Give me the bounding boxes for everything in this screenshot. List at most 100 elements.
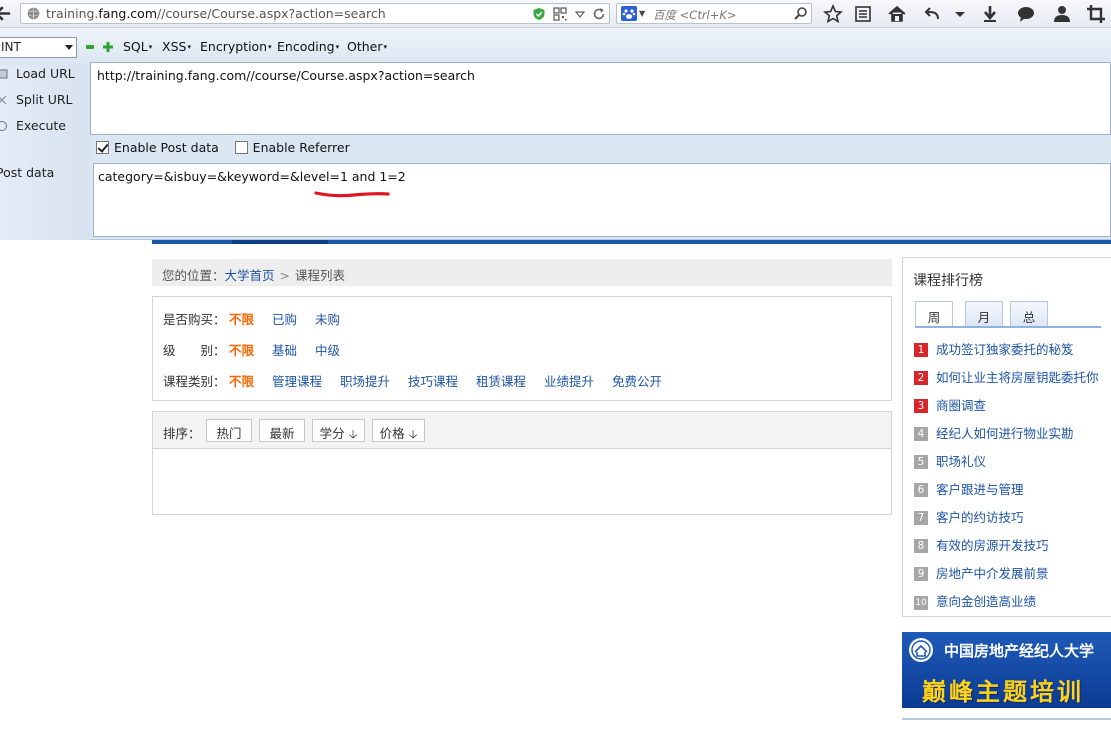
encoding-select[interactable]: INT — [0, 37, 77, 58]
promo-banner[interactable]: 中国房地产经纪人大学 巅峰主题培训 — [902, 632, 1111, 708]
back-arrow-icon[interactable] — [0, 0, 18, 27]
rank-number-badge: 3 — [914, 399, 928, 413]
load-url-button[interactable]: Load URL — [0, 66, 75, 88]
post-data-textarea[interactable]: category=&isbuy=&keyword=&level=1 and 1=… — [93, 163, 1111, 237]
filter-option[interactable]: 已购 — [272, 309, 297, 328]
menu-encryption[interactable]: Encryption▾ — [200, 39, 272, 54]
chat-icon[interactable] — [1016, 4, 1036, 24]
ranking-item-title: 经纪人如何进行物业实勘 — [936, 426, 1074, 441]
ranking-item[interactable]: 7 客户的约访技巧 — [914, 507, 1024, 526]
ranking-item[interactable]: 4 经纪人如何进行物业实勘 — [914, 423, 1074, 442]
ranking-item[interactable]: 5 职场礼仪 — [914, 451, 986, 470]
filter-option[interactable]: 未购 — [315, 309, 340, 328]
dropdown-arrow-icon[interactable] — [573, 7, 587, 21]
ranking-item[interactable]: 2 如何让业主将房屋钥匙委托你 — [914, 367, 1099, 386]
enable-post-checkbox[interactable]: Enable Post data — [96, 140, 219, 155]
sort-newest-button[interactable]: 最新 — [259, 419, 305, 442]
breadcrumb-prefix: 您的位置： — [162, 268, 225, 283]
increase-icon[interactable] — [103, 42, 113, 52]
url-textarea[interactable]: http://training.fang.com//course/Course.… — [90, 62, 1111, 135]
search-bar[interactable]: ▼ 百度 <Ctrl+K> — [616, 3, 812, 24]
filter-option[interactable]: 不限 — [229, 309, 254, 328]
reload-icon[interactable] — [592, 7, 606, 21]
ranking-item-title: 有效的房源开发技巧 — [936, 538, 1049, 553]
filter-option[interactable]: 免费公开 — [612, 371, 662, 390]
user-icon[interactable] — [1052, 4, 1072, 24]
crop-icon[interactable] — [1086, 4, 1106, 24]
filter-option[interactable]: 管理课程 — [272, 371, 322, 390]
rank-number-badge: 10 — [914, 596, 928, 610]
address-bar[interactable]: training.fang.com//course/Course.aspx?ac… — [20, 3, 610, 24]
rank-number-badge: 9 — [914, 567, 928, 581]
filter-option[interactable]: 中级 — [315, 340, 340, 359]
sort-bar: 排序： 热门 最新 学分 🡣 价格 🡣 — [153, 412, 891, 449]
filter-option[interactable]: 职场提升 — [340, 371, 390, 390]
filter-option[interactable]: 基础 — [272, 340, 297, 359]
sort-price-button[interactable]: 价格 🡣 — [372, 419, 425, 442]
tab-total[interactable]: 总 — [1010, 301, 1048, 326]
post-data-value: category=&isbuy=&keyword=&level=1 and 1=… — [98, 169, 406, 184]
course-ranking-panel: 课程排行榜 周 月 总 1 成功签订独家委托的秘笈 2 如何让业主将房屋钥匙委托你 … — [902, 257, 1111, 617]
menu-other[interactable]: Other▾ — [347, 39, 387, 54]
menu-xss[interactable]: XSS▾ — [162, 39, 191, 54]
filter-option[interactable]: 租赁课程 — [476, 371, 526, 390]
bookmarks-list-icon[interactable] — [853, 4, 873, 24]
breadcrumb-home-link[interactable]: 大学首页 — [225, 268, 275, 283]
ranking-item[interactable]: 3 商圈调查 — [914, 395, 986, 414]
ranking-item-title: 如何让业主将房屋钥匙委托你 — [936, 370, 1099, 385]
rank-number-badge: 6 — [914, 483, 928, 497]
ranking-item[interactable]: 9 房地产中介发展前景 — [914, 563, 1049, 582]
url-text: training.fang.com//course/Course.aspx?ac… — [46, 6, 386, 21]
menu-sql-label: SQL — [123, 39, 148, 54]
engine-dropdown-icon[interactable]: ▼ — [639, 9, 645, 18]
sort-hot-button[interactable]: 热门 — [206, 419, 252, 442]
sort-credit-button[interactable]: 学分 🡣 — [312, 419, 365, 442]
tab-week[interactable]: 周 — [915, 301, 953, 326]
banner-subtitle: 巅峰主题培训 — [922, 678, 1084, 706]
qrcode-icon[interactable] — [553, 7, 567, 21]
filter-label: 级 别： — [163, 343, 226, 358]
rank-number-badge: 2 — [914, 371, 928, 385]
ranking-item[interactable]: 6 客户跟进与管理 — [914, 479, 1024, 498]
ranking-item-title: 意向金创造高业绩 — [936, 594, 1037, 609]
execute-button[interactable]: Execute — [0, 118, 66, 140]
menu-encoding-label: Encoding — [277, 39, 335, 54]
ranking-item-title: 成功签订独家委托的秘笈 — [936, 342, 1074, 357]
menu-xss-label: XSS — [162, 39, 187, 54]
menu-sql[interactable]: SQL▾ — [123, 39, 152, 54]
hackbar-options: Enable Post data Enable Referrer — [90, 140, 350, 160]
undo-dropdown-icon[interactable] — [950, 4, 970, 24]
checkbox-checked-icon[interactable] — [96, 141, 109, 154]
menu-encoding[interactable]: Encoding▾ — [277, 39, 339, 54]
header-blue-strip — [152, 240, 1111, 244]
rank-number-badge: 7 — [914, 511, 928, 525]
bookmark-star-icon[interactable] — [823, 4, 843, 24]
ranking-item[interactable]: 10 意向金创造高业绩 — [914, 591, 1036, 610]
ranking-item[interactable]: 1 成功签订独家委托的秘笈 — [914, 339, 1074, 358]
load-url-icon — [0, 69, 8, 79]
decrease-icon[interactable] — [86, 45, 94, 49]
execute-label: Execute — [16, 118, 66, 133]
select-arrow-icon — [65, 45, 73, 50]
filter-row-level: 级 别： 不限 基础 中级 — [163, 340, 354, 359]
checkbox-unchecked-icon[interactable] — [234, 141, 248, 154]
download-icon[interactable] — [980, 4, 1000, 24]
filter-option[interactable]: 不限 — [229, 340, 254, 359]
home-icon[interactable] — [887, 4, 907, 24]
tab-month[interactable]: 月 — [965, 301, 1003, 326]
split-url-label: Split URL — [16, 92, 73, 107]
shield-icon[interactable] — [532, 7, 546, 21]
split-url-button[interactable]: Split URL — [0, 92, 73, 114]
url-prefix: training. — [46, 6, 99, 21]
ranking-item[interactable]: 8 有效的房源开发技巧 — [914, 535, 1049, 554]
baidu-paw-icon[interactable] — [621, 6, 637, 21]
filter-option[interactable]: 不限 — [229, 371, 254, 390]
enable-referrer-checkbox[interactable]: Enable Referrer — [234, 140, 350, 155]
breadcrumb-separator: > — [279, 268, 291, 283]
undo-icon[interactable] — [922, 4, 942, 24]
filter-option[interactable]: 技巧课程 — [408, 371, 458, 390]
filter-label: 课程类别： — [163, 374, 226, 389]
filter-option[interactable]: 业绩提升 — [544, 371, 594, 390]
hackbar-toolbar: INT SQL▾ XSS▾ Encryption▾ Encoding▾ Othe… — [0, 28, 1111, 65]
search-icon[interactable] — [793, 6, 808, 21]
